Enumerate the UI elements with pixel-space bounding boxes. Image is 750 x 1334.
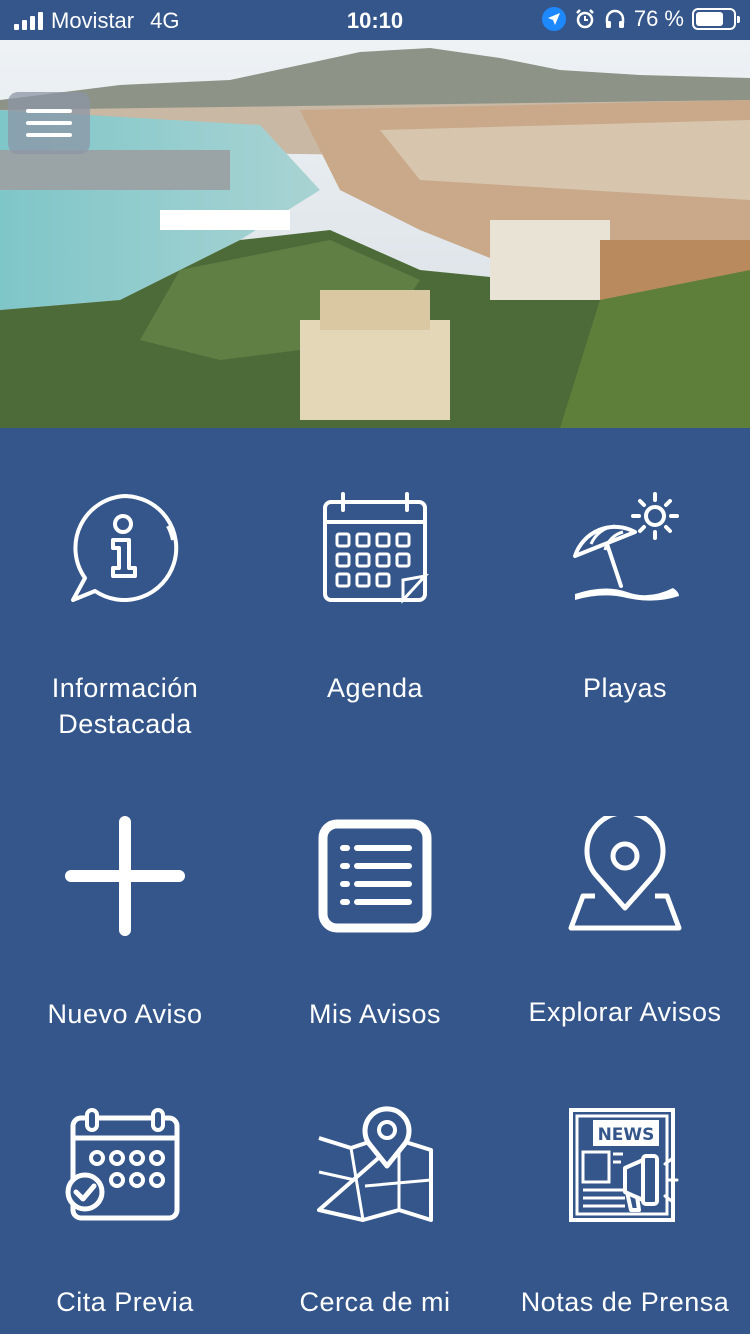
status-bar: Movistar 4G 10:10 76 % <box>0 0 750 40</box>
tile-playas[interactable]: Playas <box>500 488 750 748</box>
tile-cita-previa[interactable]: Cita Previa <box>0 1106 250 1326</box>
plus-icon <box>65 816 185 936</box>
menu-button[interactable] <box>8 92 90 154</box>
newspaper-icon: NEWS <box>569 1108 679 1222</box>
tile-label: Notas de Prensa <box>520 1287 730 1317</box>
tile-label: Playas <box>582 673 668 703</box>
hero-image <box>0 40 750 428</box>
tile-informacion-destacada[interactable]: Información Destacada <box>0 488 250 748</box>
tile-mis-avisos[interactable]: Mis Avisos <box>250 816 500 1046</box>
tile-label: Cita Previa <box>56 1287 194 1317</box>
list-icon <box>318 819 432 933</box>
map-location-icon <box>317 1106 433 1222</box>
calendar-check-icon <box>65 1108 180 1221</box>
main-menu-grid: Información Destacada Agenda Playas Nuev… <box>0 428 750 1334</box>
status-right: 76 % <box>541 6 740 32</box>
tile-label: Nuevo Aviso <box>47 999 203 1029</box>
battery-percent: 76 % <box>633 6 684 31</box>
headphones-icon <box>605 9 625 28</box>
hamburger-icon <box>26 109 72 113</box>
tile-nuevo-aviso[interactable]: Nuevo Aviso <box>0 816 250 1046</box>
tile-label: Cerca de mi <box>299 1287 451 1317</box>
tile-label: Destacada <box>58 709 192 739</box>
hamburger-line <box>26 121 72 125</box>
info-bubble-icon <box>71 494 179 602</box>
svg-text:NEWS: NEWS <box>598 1125 655 1145</box>
location-arrow-icon <box>541 7 566 31</box>
beach-umbrella-icon <box>573 492 679 601</box>
tile-label: Agenda <box>326 673 424 703</box>
battery-icon <box>692 8 740 30</box>
alarm-icon <box>575 9 594 29</box>
tile-agenda[interactable]: Agenda <box>250 488 500 748</box>
map-pin-icon <box>568 816 682 931</box>
tile-label: Mis Avisos <box>308 999 442 1029</box>
tile-explorar-avisos[interactable]: Explorar Avisos <box>500 816 750 1046</box>
tile-cerca-de-mi[interactable]: Cerca de mi <box>250 1106 500 1326</box>
tile-label: Explorar Avisos <box>528 997 722 1027</box>
city-panorama-photo <box>0 40 750 428</box>
tile-notas-de-prensa[interactable]: NEWS Notas de Prensa <box>500 1106 750 1326</box>
tile-label: Información <box>51 673 199 703</box>
hamburger-line <box>26 133 72 137</box>
calendar-icon <box>323 492 430 604</box>
